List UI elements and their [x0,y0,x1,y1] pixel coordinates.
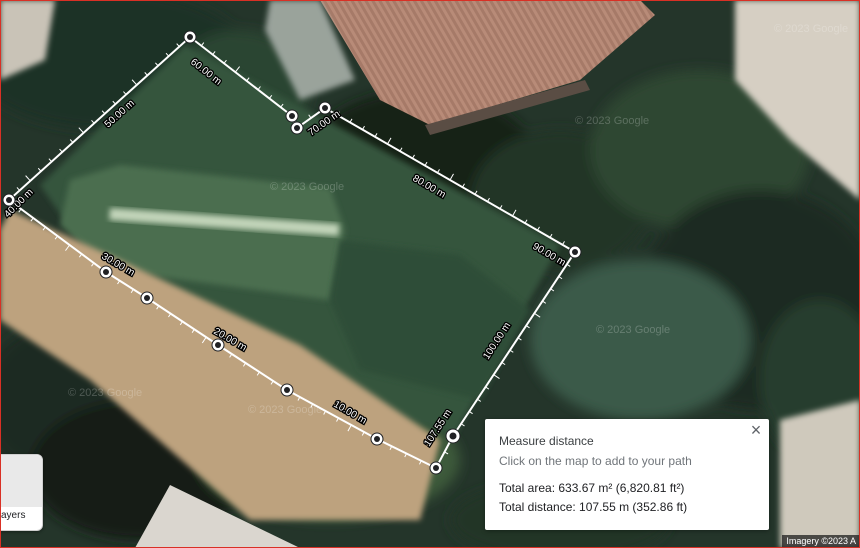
layers-label: ayers [1,510,26,521]
watermark-5: © 2023 Google [68,387,142,399]
close-icon[interactable]: × [747,421,765,439]
total-distance: Total distance: 107.55 m (352.86 ft) [499,500,688,514]
watermark-1: © 2023 Google [774,23,848,35]
total-area: Total area: 633.67 m² (6,820.81 ft²) [499,481,685,495]
path-node[interactable] [140,291,154,305]
layers-thumbnail [0,455,42,507]
path-node[interactable] [2,193,16,207]
path-node[interactable] [99,265,113,279]
path-node[interactable] [211,338,225,352]
panel-hint: Click on the map to add to your path [499,454,692,468]
layers-button[interactable]: ayers [0,454,43,531]
panel-title: Measure distance [499,434,594,448]
path-node[interactable] [280,383,294,397]
measure-distance-panel: Measure distance Click on the map to add… [485,419,769,530]
path-node[interactable] [568,245,582,259]
watermark-4: © 2023 Google [596,324,670,336]
path-node[interactable] [183,30,197,44]
watermark-3: © 2023 Google [270,181,344,193]
path-node[interactable] [370,432,384,446]
path-node[interactable] [318,101,332,115]
building-bottom-right [780,400,860,548]
path-node[interactable] [429,461,443,475]
path-node-last[interactable] [445,428,461,444]
watermark-2: © 2023 Google [575,115,649,127]
watermark-6: © 2023 Google [248,404,322,416]
path-node[interactable] [290,121,304,135]
path-node[interactable] [285,109,299,123]
imagery-attribution: Imagery ©2023 A [782,535,860,548]
